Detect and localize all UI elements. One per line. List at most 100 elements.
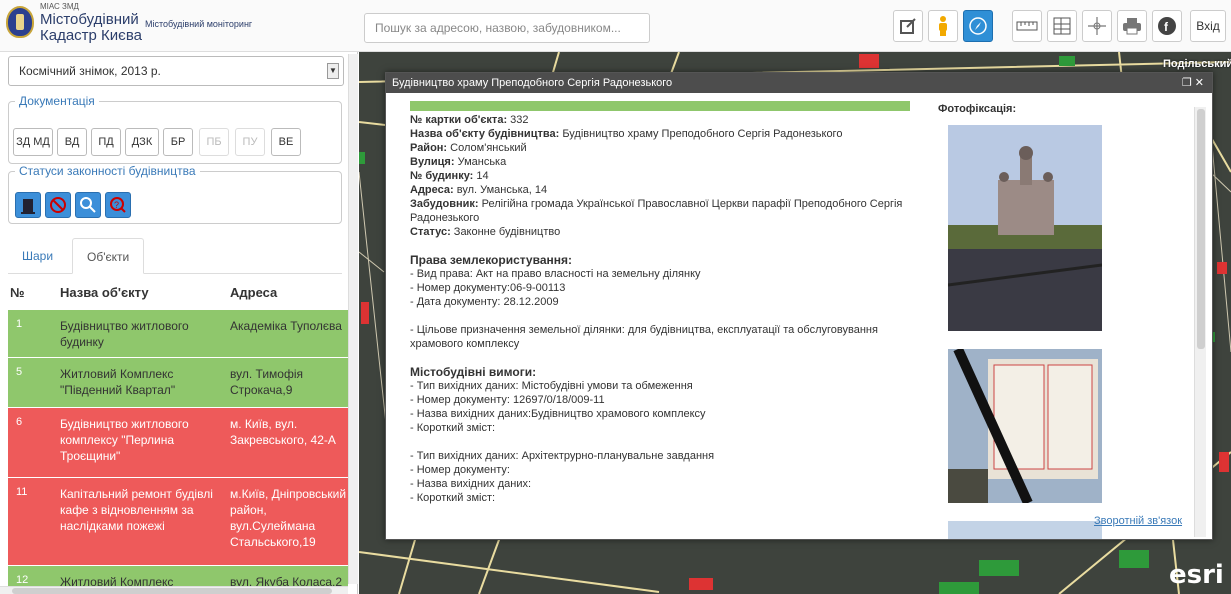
row-name: Будівництво житлового комплексу "Перлина… [60, 417, 189, 463]
objects-table-body: 1 Будівництво житлового будинку Академік… [8, 310, 348, 586]
doc-button-br[interactable]: БР [163, 128, 193, 156]
row-address: Академіка Туполєва [230, 319, 342, 333]
object-details: № картки об'єкта: 332 Назва об'єкту буді… [410, 113, 920, 505]
basemap-select[interactable]: Космічний знімок, 2013 р. ▼ [8, 56, 344, 86]
developer-line: Забудовник: Релігійна громада Українсько… [410, 198, 903, 224]
basemap-select-value: Космічний знімок, 2013 р. [19, 64, 161, 78]
table-row[interactable]: 12 Житловий Комплекс вул. Якуба Коласа,2 [8, 566, 348, 586]
close-icon[interactable]: ✕ [1195, 77, 1204, 89]
illegal-building-icon [50, 197, 66, 213]
kyiv-coat-of-arms-logo[interactable] [6, 6, 34, 38]
login-button[interactable]: Вхід [1190, 10, 1226, 42]
maximize-icon[interactable]: ❐ [1182, 77, 1192, 89]
sidebar-scrollbar[interactable] [348, 54, 358, 584]
photo-section-title: Фотофіксація: [938, 103, 1017, 115]
compass-icon [969, 17, 987, 35]
popup-window-controls[interactable]: ❐ ✕ [1182, 73, 1204, 93]
tab-layers[interactable]: Шари [8, 238, 67, 274]
documentation-legend: Документація [19, 94, 95, 108]
col-header-number: № [10, 285, 25, 300]
tab-objects[interactable]: Об'єкти [72, 238, 145, 274]
popup-scrollbar[interactable] [1194, 107, 1206, 537]
question-search-icon: ? [110, 197, 126, 213]
table-row[interactable]: 1 Будівництво житлового будинку Академік… [8, 310, 348, 358]
objects-table-header: № Назва об'єкту Адреса [8, 278, 348, 308]
legal-building-button[interactable] [15, 192, 41, 218]
church-photo[interactable] [948, 125, 1102, 331]
measure-button[interactable] [1012, 10, 1042, 42]
search-input[interactable] [364, 13, 650, 43]
popup-title-bar: Будівництво храму Преподобного Сергія Ра… [386, 73, 1212, 93]
street-view-button[interactable] [928, 10, 958, 42]
row-number: 5 [16, 366, 23, 378]
row-number: 12 [16, 574, 29, 586]
land-rights-title: Права землекористування: [410, 253, 572, 267]
scrollbar-thumb[interactable] [12, 588, 332, 594]
chevron-down-icon: ▼ [327, 63, 339, 79]
billboard-photo-image [948, 349, 1102, 503]
house-line: № будинку: 14 [410, 170, 489, 182]
status-color-bar [410, 101, 910, 111]
land-rights-item: - Дата документу: 28.12.2009 [410, 296, 559, 308]
sidebar-tabs: Шари Об'єкти [8, 238, 342, 274]
row-address: вул. Тимофія Строкача,9 [230, 367, 303, 397]
doc-button-pd[interactable]: ПД [91, 128, 121, 156]
requirement-item: - Назва вихідних даних:Будівництво храмо… [410, 408, 706, 420]
print-icon [1123, 18, 1141, 35]
print-button[interactable] [1117, 10, 1147, 42]
brand-subtitle: Містобудівний моніторинг [145, 19, 253, 29]
object-info-popup: Будівництво храму Преподобного Сергія Ра… [385, 72, 1213, 540]
land-rights-item: - Вид права: Акт на право власності на з… [410, 268, 701, 280]
table-row[interactable]: 5 Житловий Комплекс "Південний Квартал" … [8, 358, 348, 408]
col-header-address: Адреса [230, 285, 278, 300]
unknown-status-button[interactable]: ? [105, 192, 131, 218]
requirement-item: - Тип вихідних даних: Містобудівні умови… [410, 380, 693, 392]
district-line: Район: Солом'янський [410, 142, 527, 154]
ruler-icon [1016, 21, 1038, 31]
street-line: Вулиця: Уманська [410, 156, 507, 168]
requirement-item: - Короткий зміст: [410, 492, 496, 504]
requirement-item: - Тип вихідних даних: Архітектрурно-план… [410, 450, 715, 462]
third-photo-partial[interactable] [948, 521, 1102, 539]
scrollbar-thumb[interactable] [1197, 109, 1205, 349]
doc-button-ve[interactable]: ВЕ [271, 128, 301, 156]
requirement-item: - Короткий зміст: [410, 422, 496, 434]
table-row[interactable]: 11 Капітальний ремонт будівлі кафе з від… [8, 478, 348, 566]
row-number: 11 [16, 486, 28, 498]
doc-button-vd[interactable]: ВД [57, 128, 87, 156]
land-purpose: - Цільове призначення земельної ділянки:… [410, 324, 878, 350]
requirement-item: - Номер документу: [410, 464, 510, 476]
popup-title: Будівництво храму Преподобного Сергія Ра… [392, 77, 673, 89]
crosshair-icon [1088, 17, 1106, 35]
doc-button-zdmd[interactable]: ЗД МД [13, 128, 53, 156]
inspection-button[interactable] [75, 192, 101, 218]
edit-tool-button[interactable] [893, 10, 923, 42]
sidebar: Космічний знімок, 2013 р. ▼ Документація… [0, 52, 358, 594]
district-map-label: Подільський [1163, 58, 1231, 70]
brand-small-label: МІАС ЗМД [40, 2, 79, 11]
locate-button[interactable] [1082, 10, 1112, 42]
land-rights-item: - Номер документу:06-9-00113 [410, 282, 566, 294]
doc-button-dzk[interactable]: ДЗК [125, 128, 159, 156]
row-address: м. Київ, вул. Закревського, 42-А [230, 417, 336, 447]
facebook-button[interactable]: f [1152, 10, 1182, 42]
table-horizontal-scrollbar[interactable] [0, 586, 348, 594]
doc-button-pu: ПУ [235, 128, 265, 156]
legal-status-group: Статуси законності будівництва ? [8, 164, 342, 224]
row-name: Житловий Комплекс "Південний Квартал" [60, 367, 176, 397]
edit-icon [900, 18, 916, 34]
feedback-link[interactable]: Зворотній зв'язок [1094, 515, 1182, 527]
illegal-building-button[interactable] [45, 192, 71, 218]
requirement-item: - Номер документу: 12697/0/18/009-11 [410, 394, 605, 406]
table-row[interactable]: 6 Будівництво житлового комплексу "Перли… [8, 408, 348, 478]
brand-title-line1: Містобудівний [40, 11, 139, 28]
compass-button[interactable] [963, 10, 993, 42]
object-name-line: Назва об'єкту будівництва: Будівництво х… [410, 128, 843, 140]
layers-button[interactable] [1047, 10, 1077, 42]
esri-logo: esri [1169, 560, 1224, 590]
brand-title-line2: Кадастр Києва [40, 27, 142, 44]
layers-icon [1053, 17, 1071, 35]
row-address: вул. Якуба Коласа,2 [230, 575, 343, 586]
row-number: 6 [16, 416, 23, 428]
billboard-photo[interactable] [948, 349, 1102, 503]
